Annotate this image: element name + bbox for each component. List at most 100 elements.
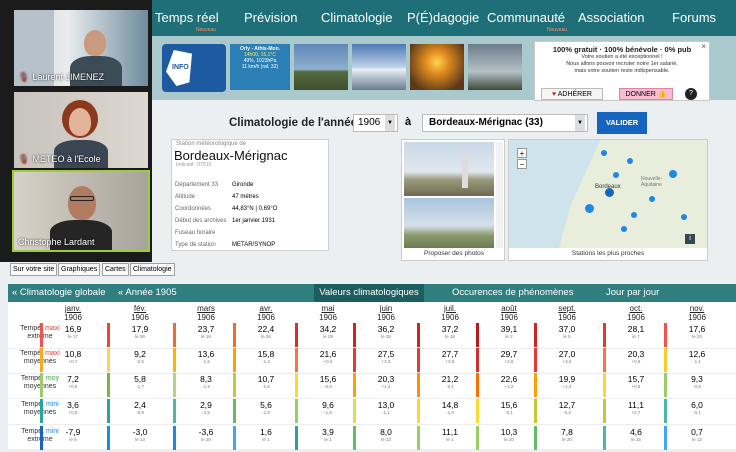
table-cell[interactable]: 36,2 le 28 — [363, 325, 409, 340]
table-cell[interactable]: 23,7 le 18 — [183, 325, 229, 340]
table-cell[interactable]: 2,9 -2,5 — [183, 401, 229, 416]
photo-thumbnail-sky[interactable] — [468, 44, 522, 90]
month-name[interactable]: août — [501, 304, 517, 313]
tab-sur-votre-site[interactable]: Sur votre site — [10, 263, 58, 276]
map-canvas[interactable]: + − Bordeaux Nouvelle-Aquitaine i — [509, 140, 707, 248]
table-cell[interactable]: 15,7 +0,8 — [613, 375, 659, 390]
tab-valeurs-climatologiques[interactable]: Valeurs climatologiques — [314, 284, 424, 302]
adherer-button[interactable]: ♥ ADHÉRER — [541, 88, 603, 100]
table-cell[interactable]: 27,5 +3,3 — [363, 350, 409, 365]
table-cell[interactable]: -3,6 le 25 — [183, 428, 229, 443]
tab-jour-par-jour[interactable]: Jour par jour — [606, 284, 659, 302]
table-cell[interactable]: 3,9 le 1 — [305, 428, 351, 443]
table-cell[interactable]: 29,7 +2,5 — [486, 350, 532, 365]
table-cell[interactable]: 3,6 +0,5 — [50, 401, 96, 416]
station-photo-1[interactable] — [404, 142, 494, 196]
month-header[interactable]: août 1906 — [486, 304, 532, 322]
month-header[interactable]: oct. 1906 — [613, 304, 659, 322]
table-cell[interactable]: 8,3 -1,9 — [183, 375, 229, 390]
table-cell[interactable]: 39,1 le 2 — [486, 325, 532, 340]
photo-thumbnail-mountains[interactable] — [352, 44, 406, 90]
month-header[interactable]: fév. 1906 — [117, 304, 163, 322]
station-marker[interactable] — [649, 196, 655, 202]
tab-annee-precedente[interactable]: « Année 1905 — [118, 284, 177, 302]
month-name[interactable]: juil. — [444, 304, 456, 313]
photo-thumbnail-plain[interactable] — [294, 44, 348, 90]
nav-association[interactable]: Association — [578, 0, 644, 36]
table-cell[interactable]: 27,0 +3,0 — [544, 350, 590, 365]
table-cell[interactable]: 28,1 le 7 — [613, 325, 659, 340]
table-cell[interactable]: 7,2 +0,5 — [50, 375, 96, 390]
table-cell[interactable]: 15,8 -1,3 — [243, 350, 289, 365]
table-cell[interactable]: -3,0 le 13 — [117, 428, 163, 443]
propose-photos-link[interactable]: Proposer des photos — [402, 250, 506, 257]
station-marker[interactable] — [631, 212, 637, 218]
month-header[interactable]: juin 1906 — [363, 304, 409, 322]
station-select[interactable]: Bordeaux-Mérignac (33) ▼ — [422, 114, 588, 132]
month-name[interactable]: fév. — [134, 304, 146, 313]
photos-scrollbar[interactable] — [496, 142, 503, 248]
month-header[interactable]: sept. 1906 — [544, 304, 590, 322]
tab-cartes[interactable]: Cartes — [102, 263, 129, 276]
station-marker[interactable] — [669, 170, 677, 178]
table-cell[interactable]: 9,6 -1,5 — [305, 401, 351, 416]
tab-climatologie[interactable]: Climatologie — [130, 263, 175, 276]
table-cell[interactable]: 21,6 +0,4 — [305, 350, 351, 365]
info-icon[interactable]: i — [685, 234, 695, 244]
month-name[interactable]: juin — [380, 304, 392, 313]
month-header[interactable]: janv. 1906 — [50, 304, 96, 322]
table-cell[interactable]: 5,8 -1,7 — [117, 375, 163, 390]
month-header[interactable]: nov. 1906 — [674, 304, 720, 322]
zoom-out-button[interactable]: − — [517, 159, 527, 169]
weather-widget[interactable]: Orly - Athis-Mon. 14h00, 15,1°C 49%, 102… — [230, 44, 290, 90]
table-cell[interactable]: 20,3 +1,2 — [363, 375, 409, 390]
month-header[interactable]: juil. 1906 — [427, 304, 473, 322]
zoom-in-button[interactable]: + — [517, 148, 527, 158]
table-cell[interactable]: 13,0 -1,1 — [363, 401, 409, 416]
table-cell[interactable]: 7,8 le 20 — [544, 428, 590, 443]
close-icon[interactable]: × — [701, 42, 706, 51]
month-header[interactable]: mars 1906 — [183, 304, 229, 322]
nav-pedagogie[interactable]: P(É)dagogie — [407, 0, 479, 36]
table-cell[interactable]: 27,7 +0,9 — [427, 350, 473, 365]
infoclimat-logo[interactable]: INFO CLIMAT — [162, 44, 226, 92]
table-cell[interactable]: 12,7 -0,2 — [544, 401, 590, 416]
tab-occurences-phenomenes[interactable]: Occurences de phénomènes — [452, 284, 573, 302]
station-marker[interactable] — [627, 158, 633, 164]
table-cell[interactable]: 5,6 -1,8 — [243, 401, 289, 416]
month-name[interactable]: avr. — [260, 304, 273, 313]
month-name[interactable]: sept. — [558, 304, 575, 313]
table-cell[interactable]: 37,0 le 5 — [544, 325, 590, 340]
table-cell[interactable]: 11,1 le 1 — [427, 428, 473, 443]
table-cell[interactable]: 13,6 -1,5 — [183, 350, 229, 365]
month-name[interactable]: janv. — [65, 304, 81, 313]
table-cell[interactable]: 10,8 +0,7 — [50, 350, 96, 365]
nav-prevision[interactable]: Prévision — [244, 0, 297, 36]
table-cell[interactable]: -7,9 le 5 — [50, 428, 96, 443]
table-cell[interactable]: 34,2 le 29 — [305, 325, 351, 340]
table-cell[interactable]: 9,3 -0,6 — [674, 375, 720, 390]
table-cell[interactable]: 0,7 le 12 — [674, 428, 720, 443]
table-cell[interactable]: 10,7 -1,5 — [243, 375, 289, 390]
month-name[interactable]: oct. — [630, 304, 643, 313]
table-cell[interactable]: 15,6 -0,1 — [486, 401, 532, 416]
month-name[interactable]: nov. — [690, 304, 705, 313]
photo-thumbnail-sunset[interactable] — [410, 44, 464, 90]
month-header[interactable]: avr. 1906 — [243, 304, 289, 322]
station-marker[interactable] — [585, 204, 594, 213]
table-cell[interactable]: 2,4 -0,9 — [117, 401, 163, 416]
table-cell[interactable]: 20,3 +0,9 — [613, 350, 659, 365]
month-name[interactable]: mai — [322, 304, 335, 313]
table-cell[interactable]: 8,0 le 13 — [363, 428, 409, 443]
table-cell[interactable]: 21,2 -0,1 — [427, 375, 473, 390]
station-marker[interactable] — [681, 214, 687, 220]
tab-climatologie-globale[interactable]: « Climatologie globale — [12, 284, 105, 302]
table-cell[interactable]: 22,6 +1,2 — [486, 375, 532, 390]
help-icon[interactable]: ? — [685, 88, 697, 100]
table-cell[interactable]: 19,9 +1,4 — [544, 375, 590, 390]
validate-button[interactable]: VALIDER — [597, 112, 647, 134]
donner-button[interactable]: DONNER 👍 — [619, 88, 673, 100]
table-cell[interactable]: 37,2 le 18 — [427, 325, 473, 340]
station-marker[interactable] — [621, 226, 627, 232]
table-cell[interactable]: 15,6 -0,5 — [305, 375, 351, 390]
